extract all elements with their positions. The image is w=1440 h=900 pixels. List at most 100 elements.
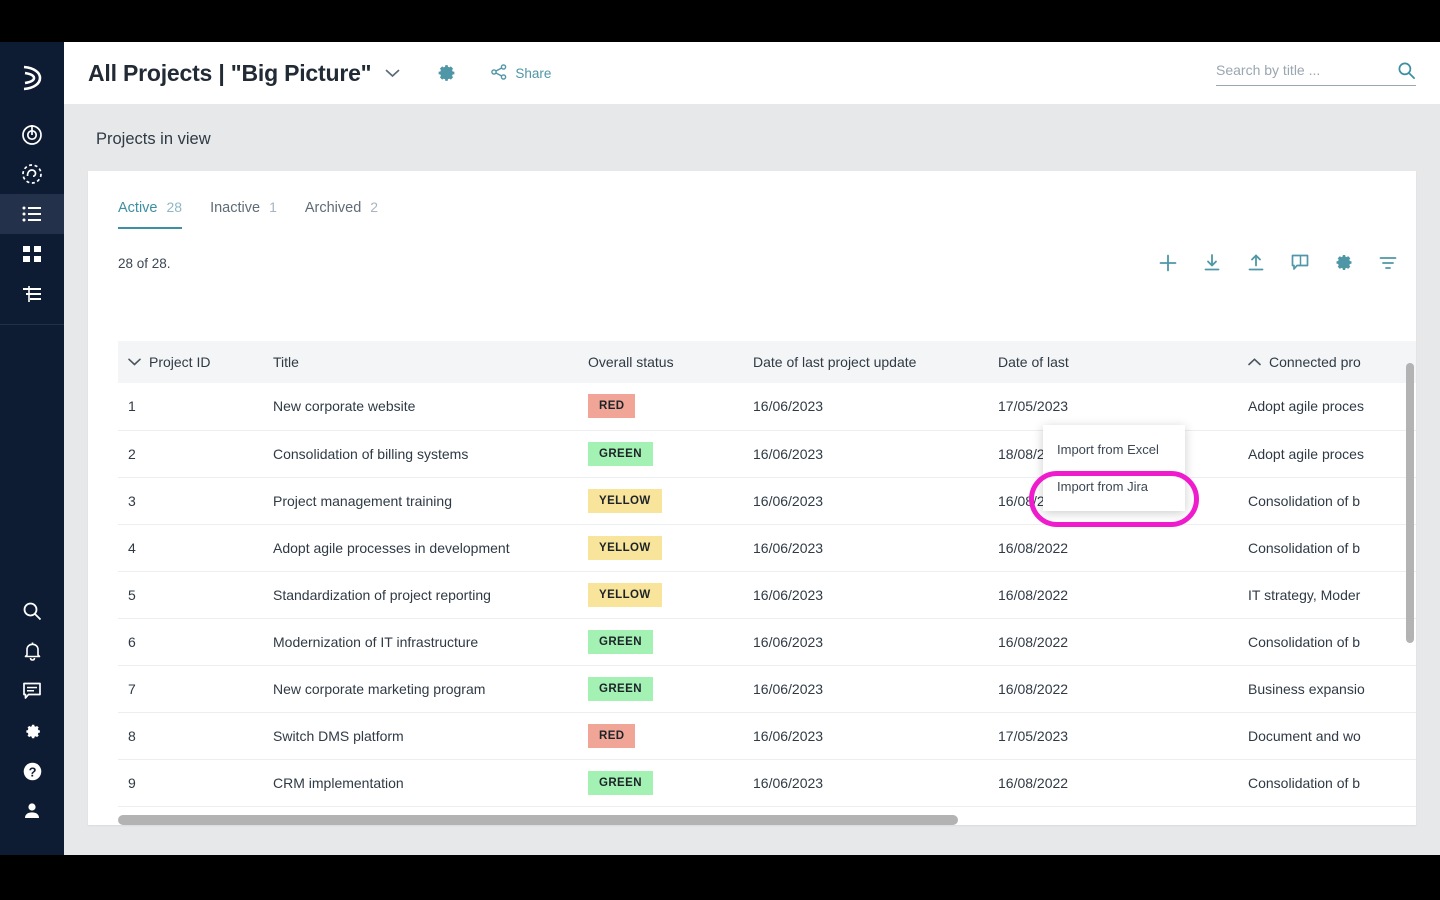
table-row[interactable]: 6 Modernization of IT infrastructure GREEN… (118, 618, 1416, 665)
tab-inactive-count: 1 (269, 199, 277, 215)
projects-table-scroll[interactable]: Project ID Title Overall status Date of … (118, 341, 1416, 825)
tab-active-label: Active (118, 200, 158, 216)
toolbar-icon-group (1158, 253, 1398, 273)
table-row[interactable]: 1 New corporate website RED 16/06/2023 17/05… (118, 383, 1416, 430)
cell-overall-status: GREEN (578, 665, 743, 712)
table-settings-button[interactable] (1334, 253, 1354, 273)
cell-project-id: 4 (128, 539, 136, 556)
table-row[interactable]: 2 Consolidation of billing systems GREEN 16… (118, 430, 1416, 477)
cell-project-id: 9 (128, 774, 136, 791)
tab-archived[interactable]: Archived 2 (305, 199, 378, 229)
cell-date-of-last-project-update: 16/06/2023 (753, 680, 824, 697)
tab-inactive[interactable]: Inactive 1 (210, 199, 277, 229)
cell-date-of-last-project-update: 16/06/2023 (753, 774, 824, 791)
import-button[interactable] (1202, 253, 1222, 273)
sidebar-bottom-group: ? (0, 591, 64, 855)
cell-overall-status: GREEN (578, 759, 743, 806)
column-header-date-of-last[interactable]: Date of last (988, 341, 1238, 383)
cell-date-of-last: 17/05/2023 (998, 398, 1069, 415)
comments-button[interactable] (1290, 253, 1310, 273)
sidebar-item-help[interactable]: ? (0, 751, 64, 791)
column-header-title[interactable]: Title (263, 341, 578, 383)
column-label: Date of last (998, 354, 1069, 370)
vertical-scrollbar[interactable] (1406, 363, 1414, 643)
chevron-down-icon (128, 358, 141, 366)
column-header-project-id[interactable]: Project ID (118, 341, 263, 383)
sidebar-item-settings[interactable] (0, 711, 64, 751)
search-icon[interactable] (1397, 61, 1416, 80)
person-icon (22, 801, 42, 821)
view-settings-gear-icon[interactable] (436, 63, 457, 84)
table-row[interactable]: 3 Project management training YELLOW 16/06/… (118, 477, 1416, 524)
sidebar-item-account[interactable] (0, 791, 64, 831)
cell-connected-projects: Consolidation of b (1248, 492, 1361, 509)
cell-date-of-last-project-update: 16/06/2023 (753, 727, 824, 744)
chevron-up-icon (1248, 358, 1261, 366)
sidebar-item-projects[interactable] (0, 194, 64, 234)
cell-project-id: 1 (128, 398, 136, 415)
cell-title: Adopt agile processes in development (273, 539, 510, 556)
cell-overall-status: YELLOW (578, 571, 743, 618)
table-row[interactable]: 9 CRM implementation GREEN 16/06/2023 16/08/… (118, 759, 1416, 806)
status-badge: YELLOW (588, 535, 662, 560)
cell-title: CRM implementation (273, 774, 404, 791)
table-row[interactable]: 4 Adopt agile processes in development YEL… (118, 524, 1416, 571)
page-title: All Projects | "Big Picture" (88, 59, 372, 86)
cell-overall-status: GREEN (578, 430, 743, 477)
column-header-connected-projects[interactable]: Connected pro (1238, 341, 1416, 383)
chat-icon (22, 681, 42, 701)
content-area: Projects in view Active 28 Inactive 1 Ar… (64, 104, 1440, 855)
column-header-overall-status[interactable]: Overall status (578, 341, 743, 383)
export-button[interactable] (1246, 253, 1266, 273)
table-header-row: Project ID Title Overall status Date of … (118, 341, 1416, 383)
cell-connected-projects: Consolidation of b (1248, 774, 1361, 791)
search-input[interactable] (1216, 62, 1397, 78)
table-row[interactable]: 8 Switch DMS platform RED 16/06/2023 17/05/2… (118, 712, 1416, 759)
sidebar-item-roadmap[interactable] (0, 154, 64, 194)
table-row[interactable]: 5 Standardization of project reporting YEL… (118, 571, 1416, 618)
column-label: Title (273, 354, 299, 370)
table-header: Project ID Title Overall status Date of … (118, 341, 1416, 383)
cell-title: Standardization of project reporting (273, 586, 491, 603)
sidebar-item-search[interactable] (0, 591, 64, 631)
table-row[interactable]: 7 New corporate marketing program GREEN 16/… (118, 665, 1416, 712)
cell-connected-projects: Consolidation of b (1248, 539, 1361, 556)
app-logo-icon[interactable] (0, 54, 64, 102)
projects-table: Project ID Title Overall status Date of … (118, 341, 1416, 807)
cell-title: Modernization of IT infrastructure (273, 633, 479, 650)
sidebar-item-notifications[interactable] (0, 631, 64, 671)
share-button[interactable]: Share (491, 63, 552, 83)
cell-overall-status: RED (578, 712, 743, 759)
sidebar-item-portfolio[interactable] (0, 234, 64, 274)
sidebar-item-reports[interactable] (0, 274, 64, 314)
column-header-date-of-last-project-update[interactable]: Date of last project update (743, 341, 988, 383)
search-box[interactable] (1216, 61, 1416, 86)
cell-title: Switch DMS platform (273, 727, 404, 744)
sidebar-item-messages[interactable] (0, 671, 64, 711)
gear-icon (22, 721, 43, 742)
filter-button[interactable] (1378, 253, 1398, 273)
share-label: Share (515, 65, 552, 81)
cell-date-of-last: 16/08/2022 (998, 586, 1069, 603)
cell-overall-status: RED (578, 383, 743, 430)
tab-active[interactable]: Active 28 (118, 199, 183, 229)
menu-item-import-from-excel[interactable]: Import from Excel (1043, 431, 1185, 468)
import-dropdown-menu: Import from Excel Import from Jira (1043, 425, 1185, 511)
horizontal-scrollbar[interactable] (118, 815, 958, 825)
cell-title: Consolidation of billing systems (273, 445, 469, 462)
cell-project-id: 3 (128, 492, 136, 509)
view-selector-chevron-down-icon[interactable] (385, 69, 400, 78)
status-badge: GREEN (588, 676, 653, 701)
projects-card: Active 28 Inactive 1 Archived 2 28 of 28… (88, 171, 1416, 825)
add-project-button[interactable] (1158, 253, 1178, 273)
sidebar-item-strategy[interactable] (0, 114, 64, 154)
status-badge: GREEN (588, 770, 653, 795)
cell-connected-projects: IT strategy, Moder (1248, 586, 1361, 603)
status-badge: RED (588, 723, 636, 748)
table-toolbar: 28 of 28. (88, 229, 1416, 273)
cell-date-of-last-project-update: 16/06/2023 (753, 633, 824, 650)
svg-text:?: ? (28, 764, 36, 779)
cell-date-of-last: 16/08/2022 (998, 774, 1069, 791)
menu-item-import-from-jira[interactable]: Import from Jira (1043, 468, 1185, 505)
cell-overall-status: GREEN (578, 618, 743, 665)
